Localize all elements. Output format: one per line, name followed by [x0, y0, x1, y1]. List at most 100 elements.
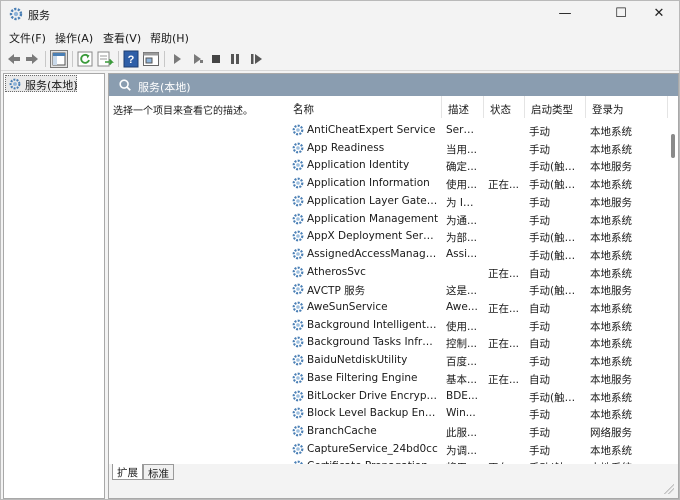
- service-description: 为部...: [446, 232, 478, 245]
- service-row[interactable]: Application Identity 确定... 手动(触发... 本地服务: [287, 157, 667, 175]
- service-name: BaiduNetdiskUtility: [307, 354, 408, 367]
- menu-action[interactable]: 操作(A): [55, 30, 93, 46]
- service-gear-icon: [292, 142, 304, 154]
- service-log-on-as: 本地系统: [590, 267, 632, 280]
- sort-ascending-icon: ^: [293, 102, 302, 114]
- window-title: 服务: [28, 9, 50, 22]
- export-list-icon[interactable]: [96, 50, 114, 68]
- restart-service-icon[interactable]: [247, 50, 265, 68]
- service-log-on-as: 本地系统: [590, 409, 632, 422]
- service-row[interactable]: Application Management 为通... 手动 本地系统: [287, 211, 667, 229]
- service-row[interactable]: Background Tasks Infras... 控制... 正在... 自动 本地…: [287, 334, 667, 352]
- service-log-on-as: 本地系统: [590, 391, 632, 404]
- tab-standard[interactable]: 标准: [143, 464, 174, 480]
- service-startup-type: 手动(触发...: [529, 232, 582, 245]
- service-row[interactable]: AssignedAccessManager... Assi... 手动(触发... 本…: [287, 246, 667, 264]
- service-gear-icon: [292, 266, 304, 277]
- service-row[interactable]: BitLocker Drive Encryptio... BDE... 手动(触发.…: [287, 388, 667, 406]
- column-header-name[interactable]: 名称 ^: [287, 96, 442, 118]
- service-row[interactable]: CaptureService_24bd0cc 为调... 手动 本地系统: [287, 441, 667, 459]
- view-tabs: 扩展 标准: [109, 464, 678, 480]
- service-description: Servi...: [446, 124, 478, 136]
- service-description: 为通...: [446, 214, 478, 227]
- service-description: 为调...: [446, 444, 478, 457]
- service-row[interactable]: Application Layer Gatewa... 为 In... 手动 本地服务: [287, 193, 667, 211]
- service-gear-icon: [292, 124, 304, 136]
- service-startup-type: 手动: [529, 426, 550, 439]
- service-description: BDE...: [446, 389, 478, 402]
- service-row[interactable]: Base Filtering Engine 基本... 正在... 自动 本地服务: [287, 370, 667, 388]
- service-row[interactable]: AtherosSvc 正在... 自动 本地系统: [287, 264, 667, 282]
- service-row[interactable]: AppX Deployment Servic... 为部... 手动(触发... 本地…: [287, 228, 667, 246]
- service-gear-icon: [292, 248, 304, 260]
- service-name: AntiCheatExpert Service: [307, 124, 436, 136]
- service-description: 百度...: [446, 356, 478, 369]
- resize-grip-icon[interactable]: [664, 484, 674, 494]
- service-name: AppX Deployment Servic...: [307, 230, 439, 243]
- service-gear-icon: [292, 425, 304, 437]
- service-startup-type: 手动(触发...: [529, 285, 582, 298]
- toolbar-separator: [72, 51, 73, 67]
- column-header-description[interactable]: 描述: [442, 96, 484, 118]
- services-gear-icon: [9, 78, 21, 90]
- vertical-scrollbar[interactable]: [668, 118, 678, 464]
- tree-item-services-local[interactable]: 服务(本地): [5, 75, 78, 92]
- service-gear-icon: [292, 372, 304, 384]
- pane-header: 服务(本地): [109, 74, 678, 96]
- stop-service-icon[interactable]: [207, 50, 225, 68]
- start-service-alt-icon[interactable]: [188, 50, 206, 68]
- console-tree-pane: 服务(本地): [3, 73, 105, 499]
- service-row[interactable]: AVCTP 服务 这是... 手动(触发... 本地服务: [287, 281, 667, 299]
- service-log-on-as: 本地系统: [590, 444, 632, 457]
- properties-icon[interactable]: [142, 50, 160, 68]
- service-log-on-as: 网络服务: [590, 426, 632, 439]
- service-gear-icon: [292, 213, 304, 224]
- scrollbar-thumb[interactable]: [671, 134, 675, 158]
- title-bar: 服务 — ☐ ✕: [1, 1, 679, 27]
- service-description: 使用...: [446, 320, 478, 333]
- pause-service-icon[interactable]: [226, 50, 244, 68]
- column-header-label: 登录为: [592, 104, 624, 116]
- service-gear-icon: [292, 283, 304, 295]
- service-row[interactable]: AntiCheatExpert Service Servi... 手动 本地系统: [287, 122, 667, 140]
- service-startup-type: 手动: [529, 356, 550, 369]
- service-row[interactable]: Block Level Backup Engi... Win... 手动 本地系统: [287, 405, 667, 423]
- forward-arrow-icon[interactable]: [23, 50, 41, 68]
- close-button[interactable]: ✕: [637, 1, 680, 27]
- service-log-on-as: 本地系统: [590, 249, 632, 262]
- service-name: BitLocker Drive Encryptio...: [307, 389, 439, 402]
- service-description: 基本...: [446, 373, 478, 386]
- tab-extended[interactable]: 扩展: [112, 464, 143, 480]
- service-description: Assi...: [446, 247, 478, 260]
- service-log-on-as: 本地服务: [590, 196, 632, 209]
- service-row[interactable]: Application Information 使用... 正在... 手动(触发..…: [287, 175, 667, 193]
- help-icon[interactable]: ?: [122, 50, 140, 68]
- menu-view[interactable]: 查看(V): [103, 30, 141, 46]
- services-window: 服务 — ☐ ✕ 文件(F) 操作(A) 查看(V) 帮助(H) ? 服务(本地…: [0, 0, 680, 500]
- service-description: 控制...: [446, 338, 478, 351]
- service-gear-icon: [292, 407, 304, 419]
- service-log-on-as: 本地系统: [590, 303, 632, 315]
- service-log-on-as: 本地系统: [590, 232, 632, 245]
- toolbar-separator: [45, 51, 46, 67]
- service-name: App Readiness: [307, 141, 385, 154]
- back-arrow-icon[interactable]: [5, 50, 23, 68]
- service-row[interactable]: AweSunService Awe... 正在... 自动 本地系统: [287, 299, 667, 317]
- refresh-icon[interactable]: [76, 50, 94, 68]
- show-tree-icon[interactable]: [50, 50, 68, 68]
- service-gear-icon: [292, 159, 304, 171]
- service-name: AtherosSvc: [307, 265, 366, 278]
- service-row[interactable]: Background Intelligent T... 使用... 手动 本地系统: [287, 317, 667, 335]
- menu-file[interactable]: 文件(F): [9, 30, 46, 46]
- start-service-icon[interactable]: [168, 50, 186, 68]
- minimize-button[interactable]: —: [543, 1, 587, 27]
- column-header-status[interactable]: 状态: [484, 96, 525, 118]
- service-description: Win...: [446, 407, 476, 420]
- service-row[interactable]: BranchCache 此服... 手动 网络服务: [287, 423, 667, 441]
- service-row[interactable]: BaiduNetdiskUtility 百度... 手动 本地系统: [287, 352, 667, 370]
- menu-help[interactable]: 帮助(H): [150, 30, 189, 46]
- column-header-log-on-as[interactable]: 登录为: [586, 96, 668, 118]
- service-row[interactable]: App Readiness 当用... 手动 本地系统: [287, 140, 667, 158]
- column-header-startup-type[interactable]: 启动类型: [525, 96, 586, 118]
- tree-item-label: 服务(本地): [25, 79, 78, 92]
